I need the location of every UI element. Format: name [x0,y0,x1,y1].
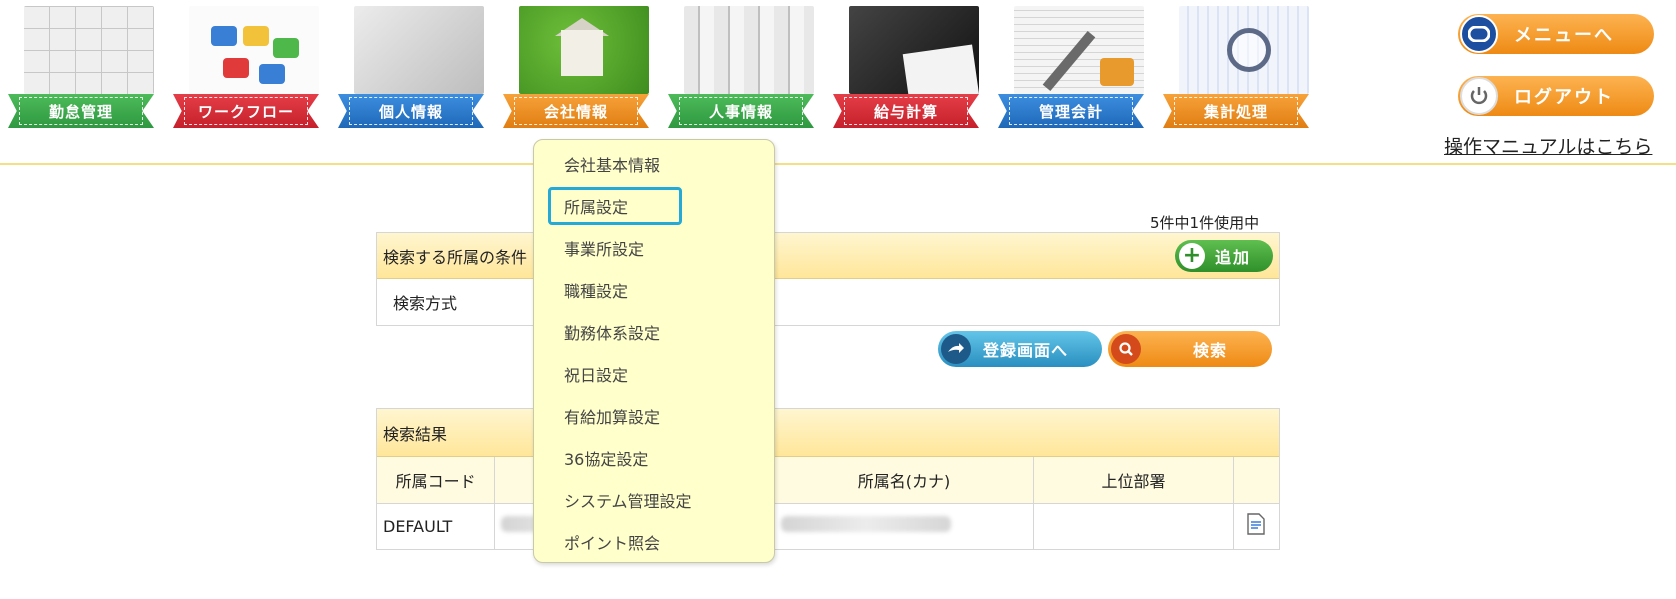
register-screen-button[interactable]: 登録画面へ [938,331,1102,367]
menu-icon [1460,15,1498,53]
column-header: 所属名(カナ) [774,457,1035,504]
search-icon [1111,334,1141,364]
menu-item-paid-leave-settings[interactable]: 有給加算設定 [564,404,660,428]
nav-item-company-info[interactable]: 会社情報 [503,6,653,131]
menu-item-point-inquiry[interactable]: ポイント照会 [564,530,660,554]
kana-cell [774,503,1035,549]
table-row: DEFAULT [377,503,1279,549]
search-panel-header: 検索する所属の条件 + 追加 [377,233,1279,279]
power-icon [1460,77,1498,115]
nav-item-aggregation[interactable]: 集計処理 [1163,6,1313,131]
nav-label: 給与計算 [873,102,938,121]
menu-item-company-basic-info[interactable]: 会社基本情報 [564,152,660,176]
nav-item-attendance[interactable]: 勤怠管理 [8,6,158,131]
nav-label: 会社情報 [543,102,608,121]
menu-item-job-type-settings[interactable]: 職種設定 [564,278,628,302]
nav-item-personal-info[interactable]: 個人情報 [338,6,488,131]
register-screen-label: 登録画面へ [983,341,1069,360]
redacted-text [780,516,951,533]
header: 勤怠管理 ワークフロー 個人情報 会社情報 人事情報 給与計算 管理会計 集計処… [0,0,1676,165]
chart-magnifier-icon [1179,6,1309,94]
nav-item-payroll[interactable]: 給与計算 [833,6,983,131]
company-info-dropdown: 会社基本情報 所属設定 事業所設定 職種設定 勤務体系設定 祝日設定 有給加算設… [533,139,775,563]
calculator-icon [849,6,979,94]
accounting-icon [1014,6,1144,94]
code-cell: DEFAULT [377,503,496,549]
add-button-label: 追加 [1215,247,1252,267]
nav-label: ワークフロー [197,102,294,121]
menu-item-office-settings[interactable]: 事業所設定 [564,236,644,260]
menu-item-system-settings[interactable]: システム管理設定 [564,488,692,512]
document-icon[interactable] [1246,513,1266,539]
search-panel: 検索する所属の条件 + 追加 検索方式 [376,232,1280,326]
search-panel-title: 検索する所属の条件 [383,247,528,267]
manual-link[interactable]: 操作マニュアルはこちら [1444,132,1652,159]
column-header [1233,457,1279,504]
workflow-icon [189,6,319,94]
nav-label: 集計処理 [1203,102,1268,121]
column-header: 所属コード [377,457,496,504]
results-panel: 検索結果 所属コード 所属名(カナ) 上位部署 DEFAULT [376,408,1280,550]
nav-label: 勤怠管理 [48,102,113,121]
results-title: 検索結果 [377,409,1279,457]
detail-cell [1233,503,1279,549]
menu-item-work-system-settings[interactable]: 勤務体系設定 [564,320,660,344]
nav-label: 個人情報 [378,102,443,121]
table-header-row: 所属コード 所属名(カナ) 上位部署 [377,457,1279,504]
menu-button[interactable]: メニューへ [1458,14,1654,54]
plus-icon: + [1179,242,1205,269]
search-method-row: 検索方式 [377,279,1279,325]
usage-count: 5件中1件使用中 [1150,214,1260,232]
house-icon [519,6,649,94]
add-button[interactable]: + 追加 [1175,239,1273,272]
menu-item-36-agreement-settings[interactable]: 36協定設定 [564,446,648,470]
search-button[interactable]: 検索 [1108,331,1272,367]
menu-button-label: メニューへ [1514,25,1614,46]
menu-item-affiliation-settings[interactable]: 所属設定 [564,194,628,218]
nav-label: 管理会計 [1038,102,1103,121]
arrow-right-icon [941,334,971,364]
nav-item-workflow[interactable]: ワークフロー [173,6,323,131]
lock-icon [354,6,484,94]
calendar-icon [24,6,154,94]
nav-label: 人事情報 [708,102,773,121]
nav-item-management-accounting[interactable]: 管理会計 [998,6,1148,131]
search-method-label: 検索方式 [393,294,458,313]
column-header: 上位部署 [1033,457,1234,504]
menu-item-holiday-settings[interactable]: 祝日設定 [564,362,628,386]
logout-button-label: ログアウト [1514,87,1614,108]
results-table: 所属コード 所属名(カナ) 上位部署 DEFAULT [377,457,1279,549]
nav-item-hr-info[interactable]: 人事情報 [668,6,818,131]
search-button-label: 検索 [1193,341,1228,360]
files-icon [684,6,814,94]
parent-cell [1033,503,1234,549]
logout-button[interactable]: ログアウト [1458,76,1654,116]
